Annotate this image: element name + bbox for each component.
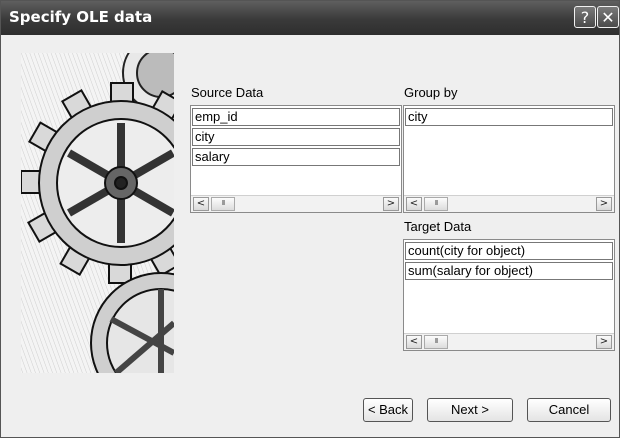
scroll-thumb[interactable]: III [211, 197, 235, 211]
scroll-left-button[interactable]: < [406, 335, 422, 349]
back-button[interactable]: < Back [363, 398, 413, 422]
horizontal-scrollbar[interactable]: < III > [191, 195, 401, 212]
source-data-label: Source Data [191, 85, 264, 100]
cancel-button[interactable]: Cancel [527, 398, 611, 422]
list-item[interactable]: salary [192, 148, 400, 166]
group-by-label: Group by [404, 85, 458, 100]
group-by-list[interactable]: city < III > [403, 105, 615, 213]
list-item[interactable]: city [405, 108, 613, 126]
close-button[interactable]: ✕ [597, 6, 619, 28]
horizontal-scrollbar[interactable]: < III > [404, 333, 614, 350]
scroll-left-button[interactable]: < [406, 197, 422, 211]
scroll-right-button[interactable]: > [383, 197, 399, 211]
scroll-thumb[interactable]: III [424, 335, 448, 349]
scroll-thumb[interactable]: III [424, 197, 448, 211]
target-data-label: Target Data [404, 219, 472, 234]
source-data-list[interactable]: emp_id city salary < III > [190, 105, 402, 213]
target-data-list[interactable]: count(city for object) sum(salary for ob… [403, 239, 615, 351]
scroll-right-button[interactable]: > [596, 335, 612, 349]
scroll-left-button[interactable]: < [193, 197, 209, 211]
next-button[interactable]: Next > [427, 398, 513, 422]
title-bar: Specify OLE data ? ✕ [1, 1, 619, 35]
list-item[interactable]: count(city for object) [405, 242, 613, 260]
help-button[interactable]: ? [574, 6, 596, 28]
gears-illustration [21, 53, 174, 373]
dialog-window: Specify OLE data ? ✕ Source Data emp_id … [0, 0, 620, 438]
horizontal-scrollbar[interactable]: < III > [404, 195, 614, 212]
list-item[interactable]: sum(salary for object) [405, 262, 613, 280]
list-item[interactable]: emp_id [192, 108, 400, 126]
scroll-right-button[interactable]: > [596, 197, 612, 211]
list-item[interactable]: city [192, 128, 400, 146]
window-title: Specify OLE data [9, 8, 153, 26]
